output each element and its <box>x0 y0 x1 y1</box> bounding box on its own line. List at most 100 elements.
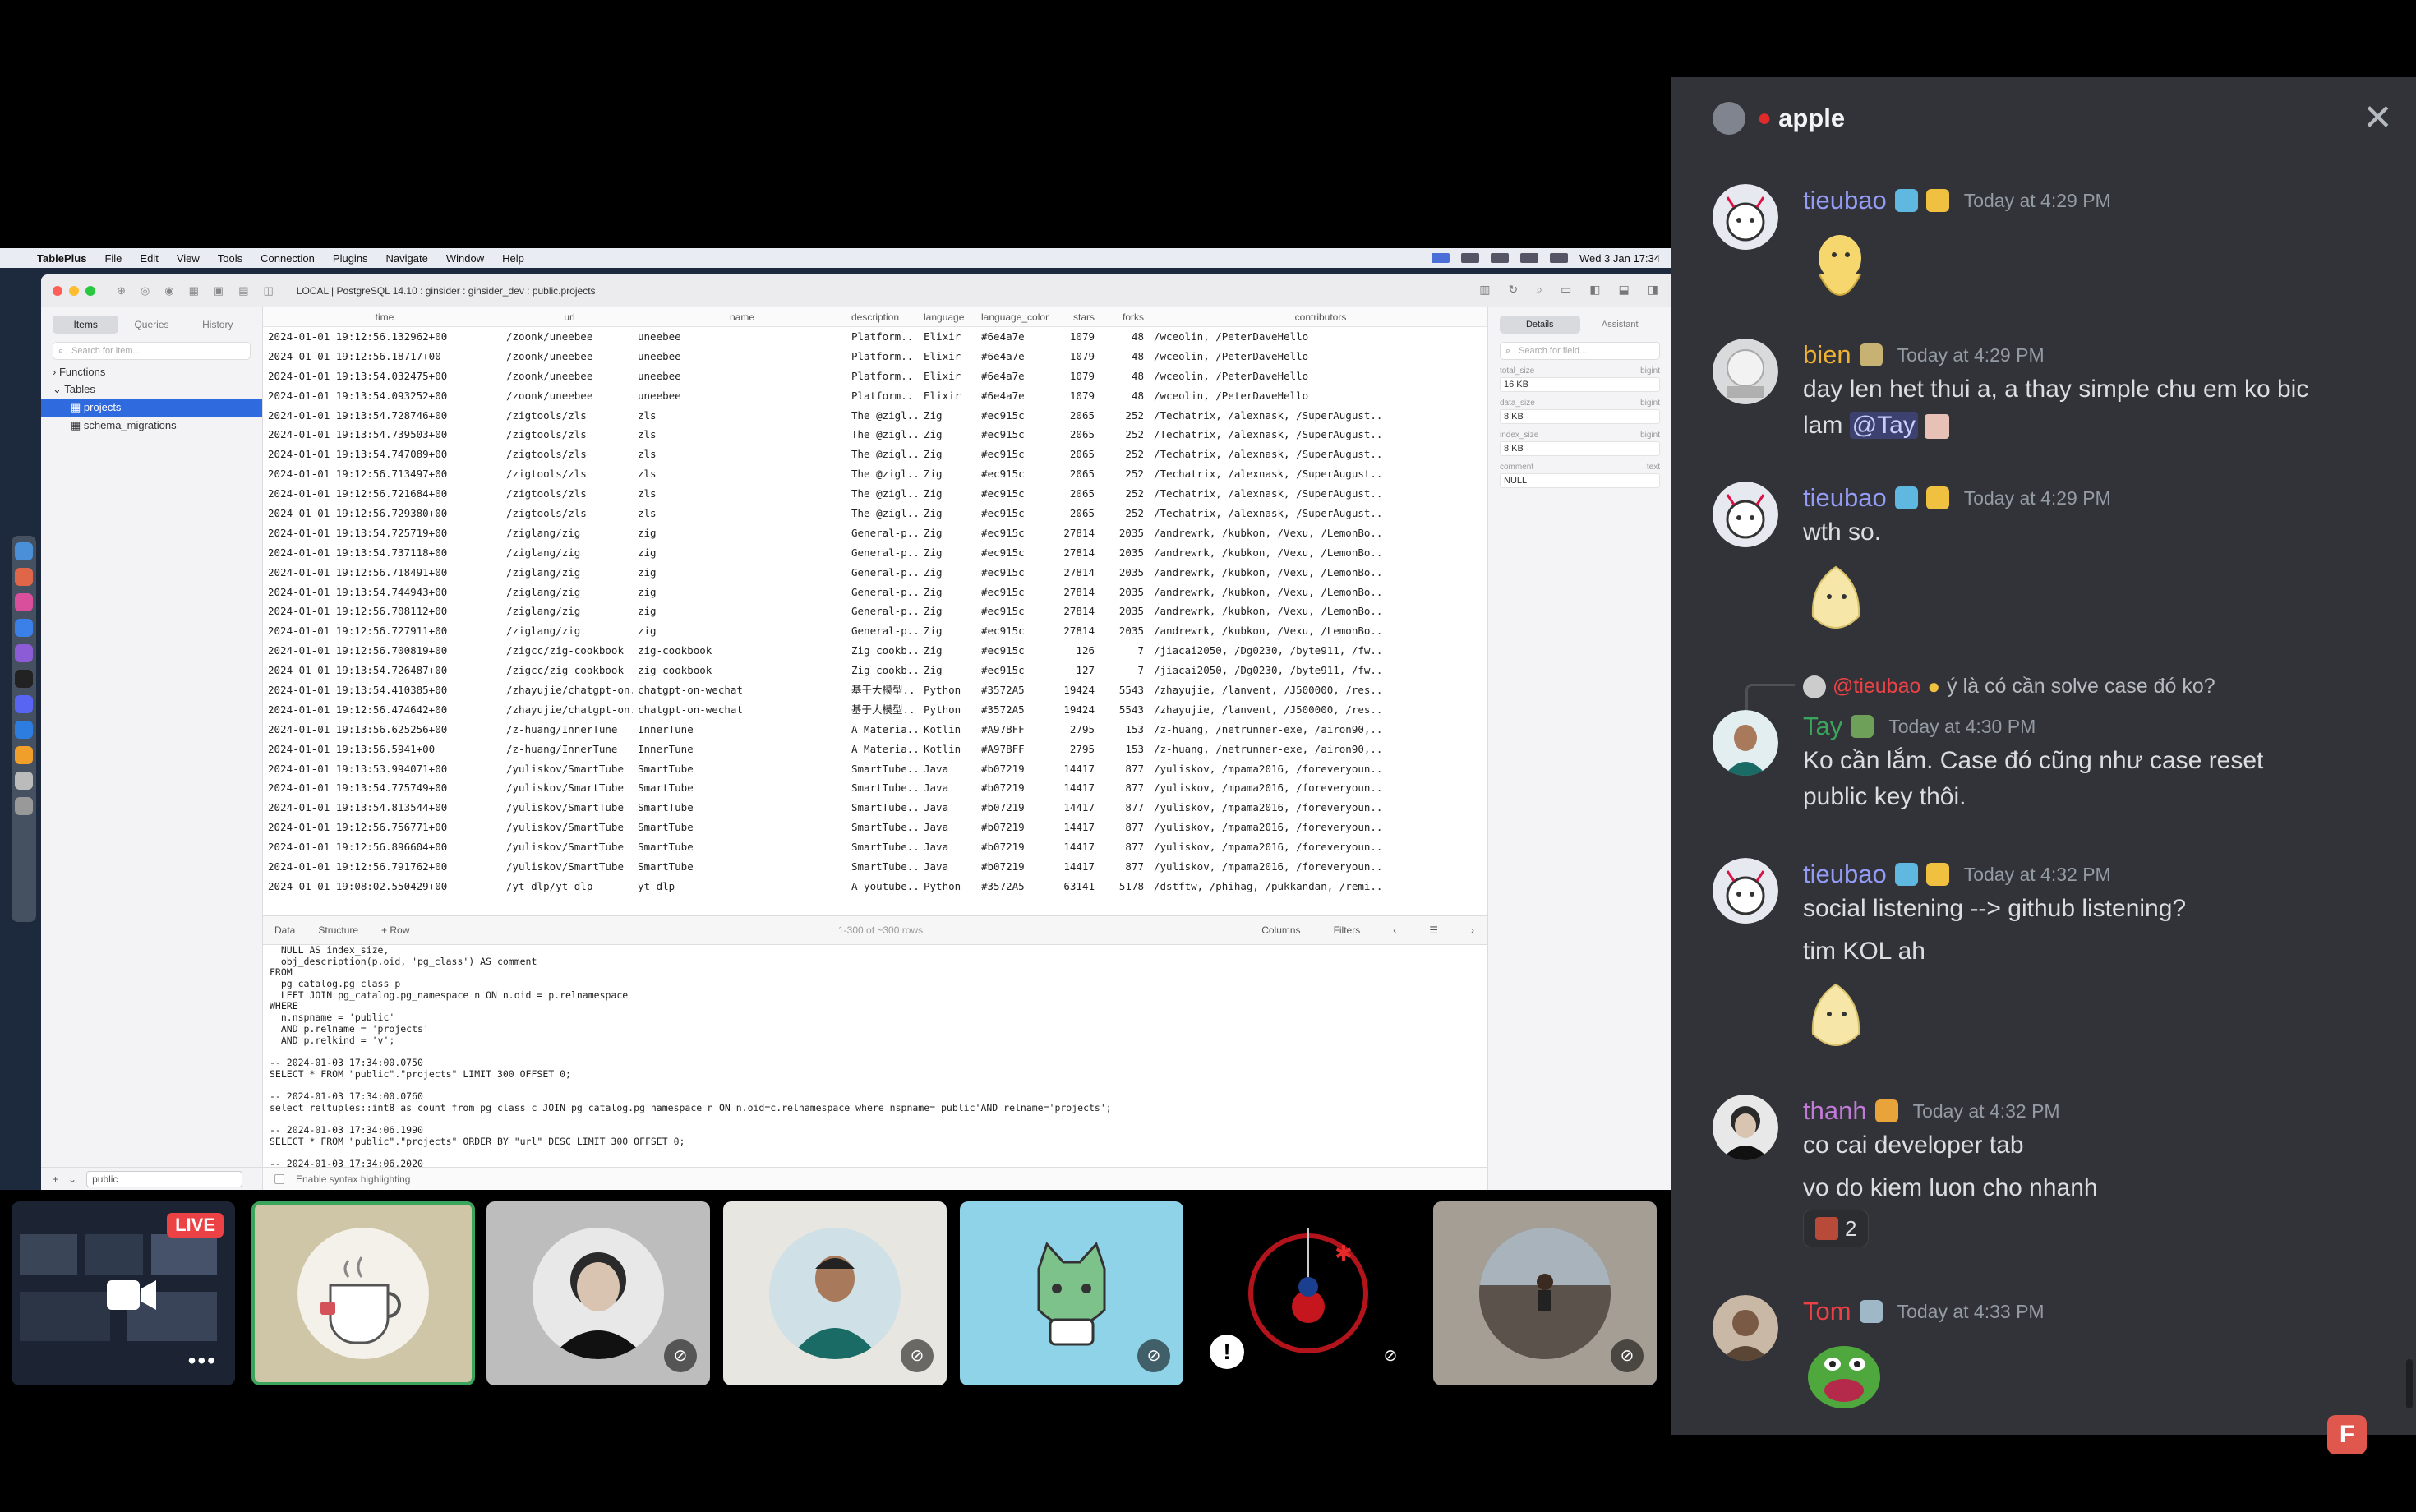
table-cell[interactable]: /zoonk/uneebee <box>501 386 633 406</box>
table-cell[interactable]: /andrewrk, /kubkon, /Vexu, /LemonBo.. <box>1149 602 1487 621</box>
table-cell[interactable]: chatgpt-on-wechat <box>633 700 846 720</box>
table-cell[interactable]: 2024-01-01 19:13:54.813544+00 <box>263 798 501 818</box>
menu-file[interactable]: File <box>95 252 131 265</box>
table-cell[interactable]: General-p.. <box>846 543 919 563</box>
table-cell[interactable]: /z-huang, /netrunner-exe, /airon90,.. <box>1149 720 1487 740</box>
table-cell[interactable]: #ec915c <box>976 621 1055 641</box>
avatar[interactable] <box>1713 858 1778 924</box>
table-cell[interactable]: #A97BFF <box>976 720 1055 740</box>
app-icon[interactable] <box>15 568 33 586</box>
table-cell[interactable]: SmartTube.. <box>846 818 919 837</box>
table-cell[interactable]: 基于大模型.. <box>846 700 919 720</box>
table-cell[interactable]: 1079 <box>1055 327 1100 347</box>
table-cell[interactable]: 877 <box>1100 759 1149 779</box>
table-cell[interactable]: /yuliskov, /mpama2016, /foreveryoun.. <box>1149 759 1487 779</box>
column-header[interactable]: name <box>633 307 846 326</box>
table-cell[interactable]: 2024-01-01 19:13:54.775749+00 <box>263 778 501 798</box>
table-cell[interactable]: Zig <box>919 464 976 484</box>
table-cell[interactable]: #ec915c <box>976 563 1055 583</box>
table-cell[interactable]: /zhayujie, /lanvent, /J500000, /res.. <box>1149 700 1487 720</box>
tab-data[interactable]: Data <box>263 924 307 936</box>
table-row[interactable]: 2024-01-01 19:13:54.744943+00/ziglang/zi… <box>263 583 1487 602</box>
table-cell[interactable]: /zoonk/uneebee <box>501 366 633 386</box>
reaction-pill[interactable]: 2 <box>1803 1210 1870 1247</box>
table-cell[interactable]: uneebee <box>633 366 846 386</box>
chevron-down-icon[interactable]: ⌄ <box>68 1173 76 1185</box>
table-cell[interactable]: 48 <box>1100 327 1149 347</box>
table-cell[interactable]: 2024-01-01 19:12:56.18717+00 <box>263 347 501 366</box>
table-cell[interactable]: Zig <box>919 406 976 426</box>
user-mention[interactable]: @Tay <box>1849 412 1918 439</box>
left-panel-icon[interactable]: ◧ <box>1589 283 1600 297</box>
table-cell[interactable]: uneebee <box>633 347 846 366</box>
table-cell[interactable]: #ec915c <box>976 661 1055 680</box>
layout-icon[interactable]: ▭ <box>1561 283 1571 297</box>
table-cell[interactable]: zls <box>633 406 846 426</box>
close-icon[interactable]: ✕ <box>2363 97 2393 139</box>
table-cell[interactable]: 252 <box>1100 406 1149 426</box>
table-row[interactable]: 2024-01-01 19:12:56.700819+00/zigcc/zig-… <box>263 641 1487 661</box>
table-cell[interactable]: Zig <box>919 425 976 445</box>
app-icon[interactable] <box>15 619 33 637</box>
table-cell[interactable]: yt-dlp <box>633 877 846 897</box>
participant-tile[interactable]: ⊘ <box>486 1201 710 1385</box>
table-cell[interactable]: 877 <box>1100 778 1149 798</box>
avatar[interactable] <box>1713 184 1778 250</box>
table-cell[interactable]: 2024-01-01 19:12:56.718491+00 <box>263 563 501 583</box>
table-cell[interactable]: General-p.. <box>846 602 919 621</box>
syntax-highlight-checkbox[interactable] <box>274 1173 284 1184</box>
table-cell[interactable]: /ziglang/zig <box>501 563 633 583</box>
table-cell[interactable]: 2024-01-01 19:13:54.410385+00 <box>263 680 501 700</box>
table-cell[interactable]: 2035 <box>1100 602 1149 621</box>
table-cell[interactable]: 252 <box>1100 484 1149 504</box>
table-cell[interactable]: zig <box>633 602 846 621</box>
table-cell[interactable]: 2024-01-01 19:13:54.744943+00 <box>263 583 501 602</box>
table-cell[interactable]: InnerTune <box>633 720 846 740</box>
avatar[interactable] <box>1713 482 1778 547</box>
table-cell[interactable]: /zoonk/uneebee <box>501 327 633 347</box>
table-cell[interactable]: #ec915c <box>976 523 1055 543</box>
table-cell[interactable]: 2065 <box>1055 484 1100 504</box>
table-row[interactable]: 2024-01-01 19:12:56.18717+00/zoonk/uneeb… <box>263 347 1487 366</box>
table-cell[interactable]: Java <box>919 857 976 877</box>
table-cell[interactable]: 2024-01-01 19:12:56.474642+00 <box>263 700 501 720</box>
table-cell[interactable]: uneebee <box>633 386 846 406</box>
tree-item-schema-migrations[interactable]: ▦ schema_migrations <box>41 417 262 435</box>
table-cell[interactable]: 2024-01-01 19:12:56.713497+00 <box>263 464 501 484</box>
table-cell[interactable]: /ziglang/zig <box>501 523 633 543</box>
table-cell[interactable]: #b07219 <box>976 837 1055 857</box>
table-cell[interactable]: zls <box>633 504 846 523</box>
table-cell[interactable]: #ec915c <box>976 641 1055 661</box>
menu-help[interactable]: Help <box>493 252 533 265</box>
table-cell[interactable]: /yuliskov, /mpama2016, /foreveryoun.. <box>1149 857 1487 877</box>
table-cell[interactable]: Zig <box>919 445 976 464</box>
table-cell[interactable]: /zhayujie/chatgpt-on.. <box>501 700 633 720</box>
table-cell[interactable]: /ziglang/zig <box>501 543 633 563</box>
tree-functions[interactable]: › Functions <box>41 363 262 380</box>
table-cell[interactable]: /yuliskov, /mpama2016, /foreveryoun.. <box>1149 778 1487 798</box>
table-cell[interactable]: SmartTube <box>633 837 846 857</box>
table-cell[interactable]: #A97BFF <box>976 740 1055 759</box>
table-cell[interactable]: #b07219 <box>976 857 1055 877</box>
table-cell[interactable]: 1079 <box>1055 347 1100 366</box>
settings-icon[interactable]: ☰ <box>1429 924 1438 936</box>
table-cell[interactable]: /yuliskov/SmartTube <box>501 778 633 798</box>
table-cell[interactable]: SmartTube.. <box>846 857 919 877</box>
table-cell[interactable]: #ec915c <box>976 583 1055 602</box>
table-cell[interactable]: 2795 <box>1055 720 1100 740</box>
table-row[interactable]: 2024-01-01 19:13:54.813544+00/yuliskov/S… <box>263 798 1487 818</box>
table-cell[interactable]: 48 <box>1100 386 1149 406</box>
menu-view[interactable]: View <box>168 252 209 265</box>
discord-icon[interactable] <box>15 695 33 713</box>
app-icon[interactable] <box>15 772 33 790</box>
table-cell[interactable]: 27814 <box>1055 583 1100 602</box>
table-cell[interactable]: 19424 <box>1055 700 1100 720</box>
table-cell[interactable]: /andrewrk, /kubkon, /Vexu, /LemonBo.. <box>1149 543 1487 563</box>
table-cell[interactable]: 1079 <box>1055 366 1100 386</box>
table-cell[interactable]: /z-huang/InnerTune <box>501 740 633 759</box>
column-header[interactable]: contributors <box>1149 307 1487 326</box>
table-cell[interactable]: /andrewrk, /kubkon, /Vexu, /LemonBo.. <box>1149 621 1487 641</box>
table-row[interactable]: 2024-01-01 19:12:56.727911+00/ziglang/zi… <box>263 621 1487 641</box>
participant-tile[interactable]: ⊘ <box>960 1201 1183 1385</box>
table-cell[interactable]: 14417 <box>1055 857 1100 877</box>
